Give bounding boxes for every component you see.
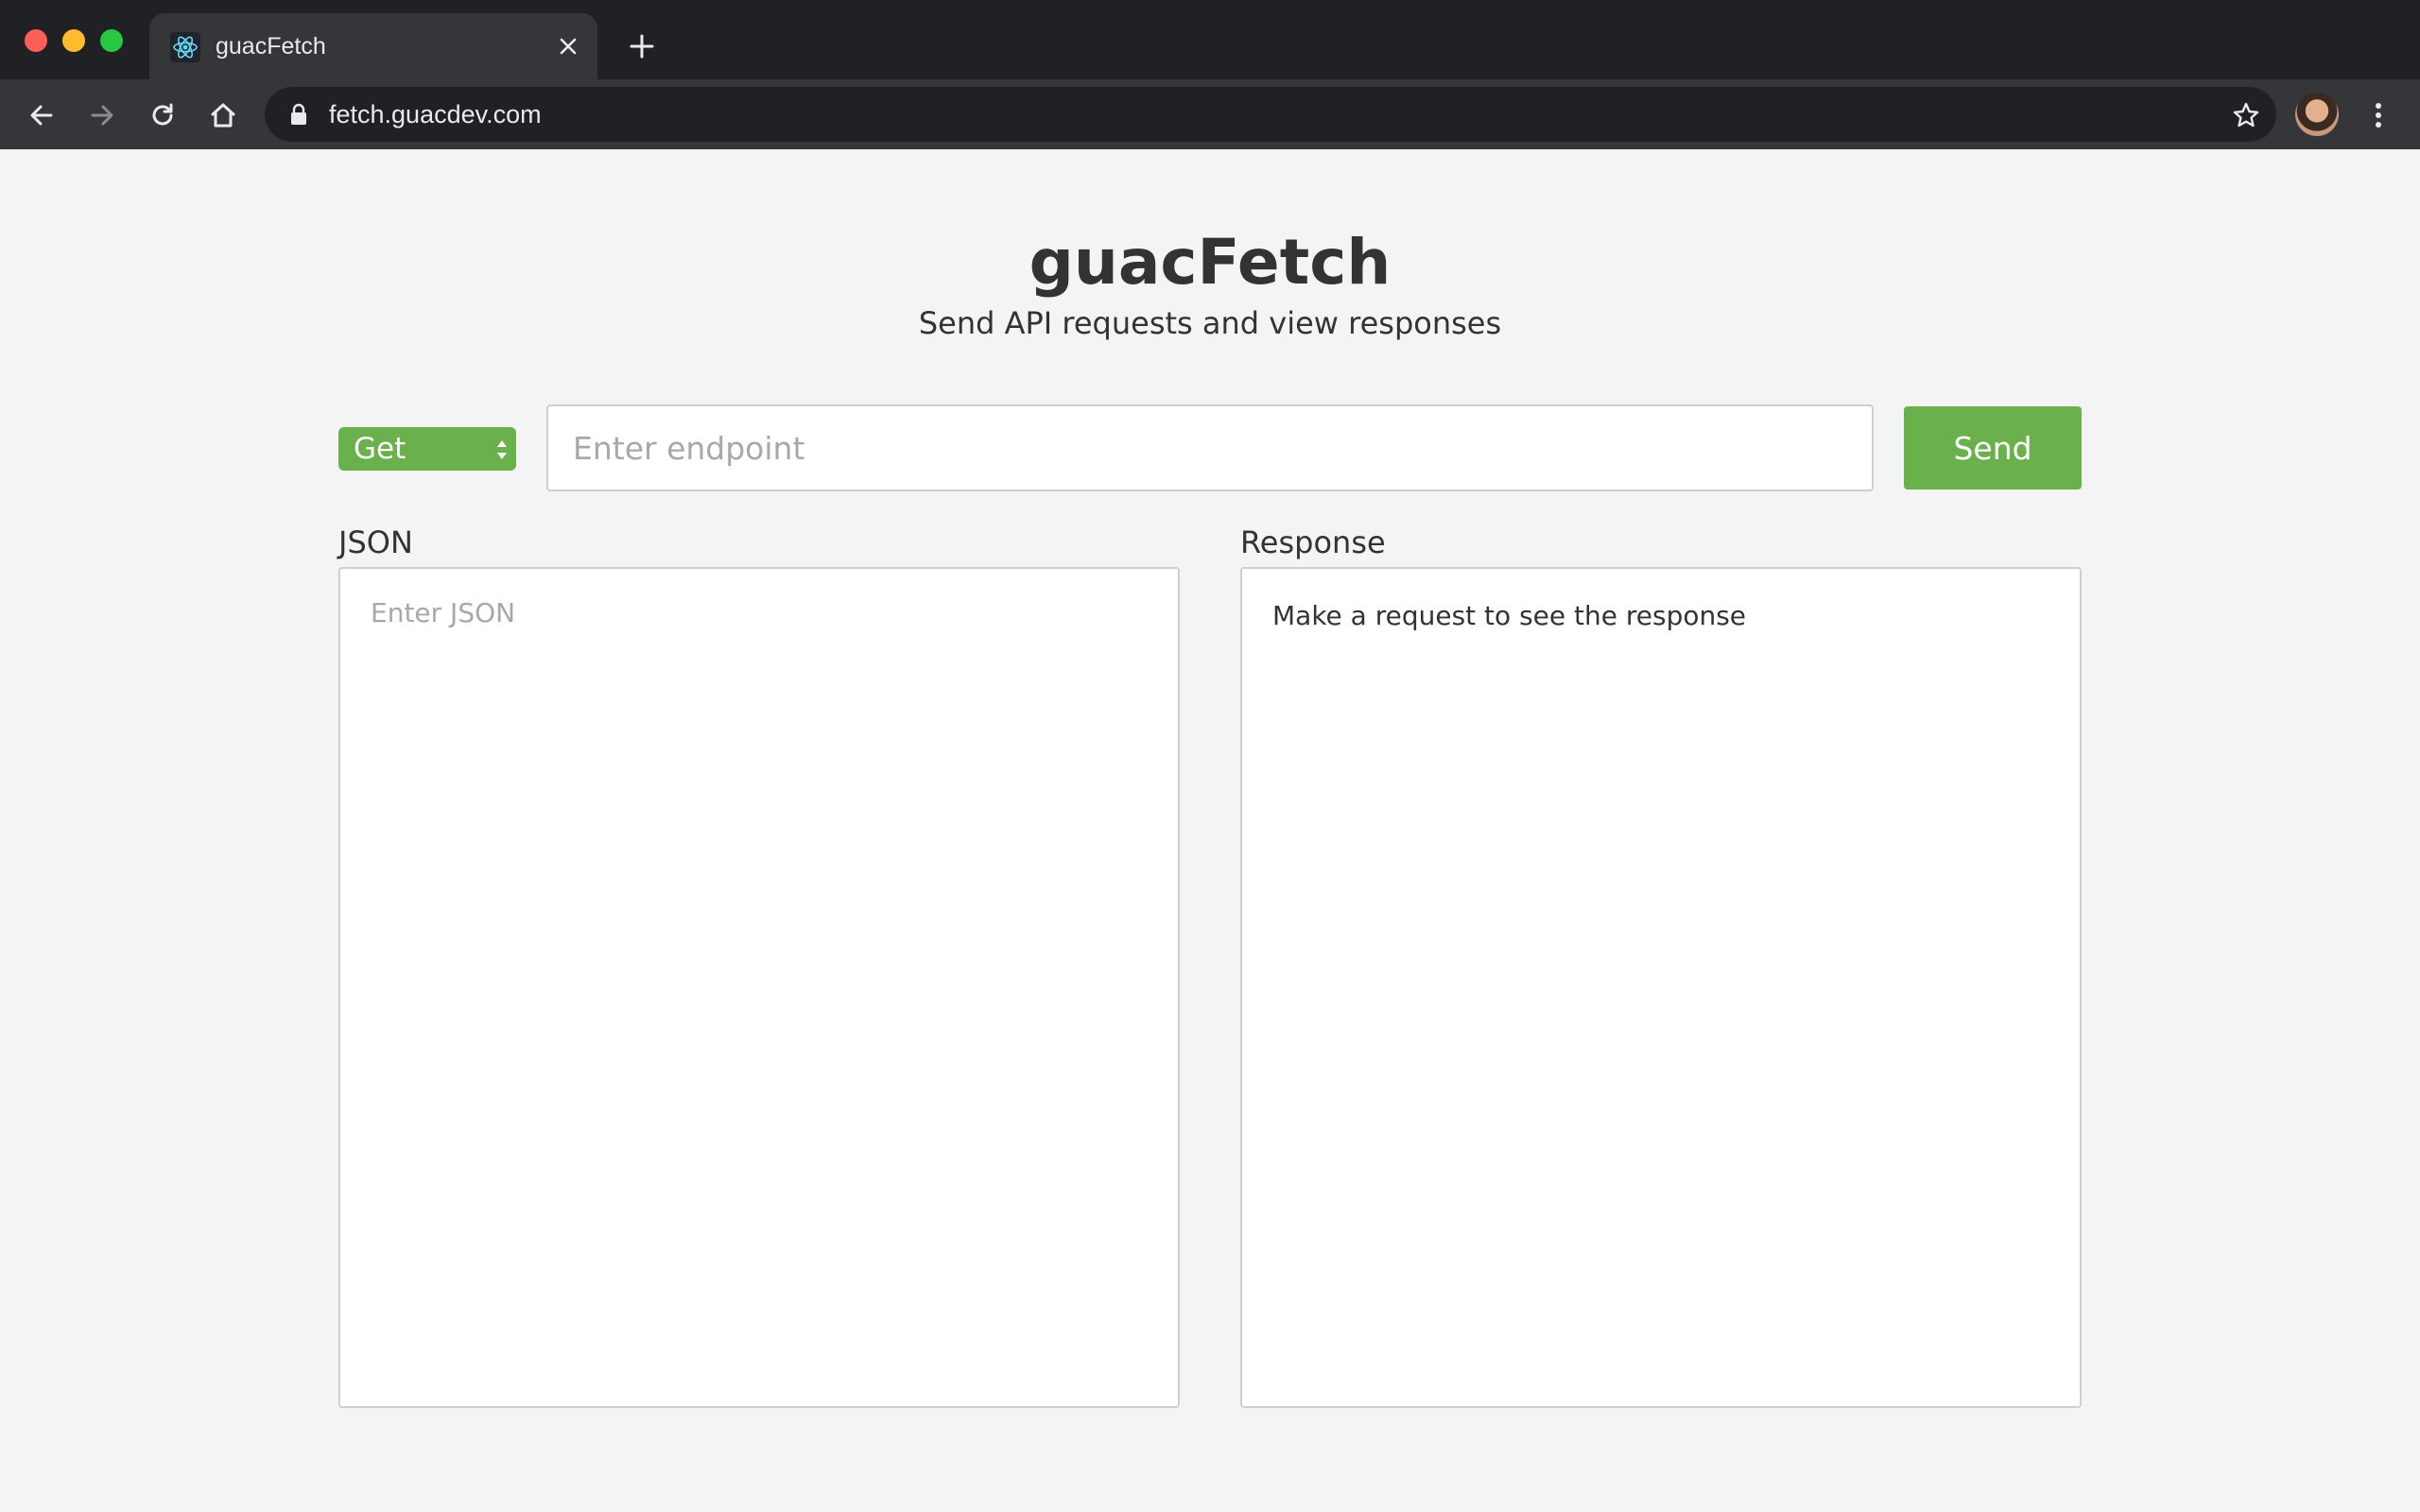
browser-tab[interactable]: guacFetch	[149, 13, 597, 79]
react-atom-icon	[170, 32, 200, 62]
json-label: JSON	[338, 524, 413, 560]
send-button[interactable]: Send	[1904, 406, 2082, 490]
url-text: fetch.guacdev.com	[329, 100, 542, 129]
method-select-value: Get	[354, 432, 406, 466]
endpoint-input[interactable]	[546, 404, 1874, 491]
page-content: guacFetch Send API requests and view res…	[0, 149, 2420, 1512]
home-icon[interactable]	[206, 98, 240, 132]
close-tab-icon[interactable]	[556, 34, 580, 59]
back-arrow-icon[interactable]	[25, 98, 59, 132]
select-arrows-icon	[497, 440, 507, 459]
response-label: Response	[1240, 524, 1386, 560]
maximize-window-button[interactable]	[100, 29, 123, 52]
page-title: guacFetch	[1028, 226, 1392, 299]
forward-arrow-icon[interactable]	[85, 98, 119, 132]
method-select[interactable]: Get	[338, 427, 516, 471]
close-window-button[interactable]	[25, 29, 47, 52]
minimize-window-button[interactable]	[62, 29, 85, 52]
tab-strip: guacFetch	[0, 0, 2420, 79]
response-text: Make a request to see the response	[1272, 600, 1747, 631]
tab-title: guacFetch	[216, 33, 326, 60]
browser-toolbar: fetch.guacdev.com	[0, 79, 2420, 149]
response-panel: Make a request to see the response	[1240, 567, 2082, 1408]
new-tab-icon[interactable]	[628, 32, 656, 60]
browser-chrome: guacFetch fetch.guacdev.com	[0, 0, 2420, 149]
json-textarea[interactable]	[338, 567, 1180, 1408]
profile-avatar[interactable]	[2295, 93, 2339, 136]
bookmark-star-icon[interactable]	[2231, 100, 2261, 130]
reload-icon[interactable]	[146, 98, 180, 132]
lock-icon	[291, 103, 306, 125]
page-subtitle: Send API requests and view responses	[918, 305, 1502, 341]
address-bar[interactable]: fetch.guacdev.com	[265, 87, 2276, 142]
kebab-menu-icon[interactable]	[2369, 98, 2388, 132]
